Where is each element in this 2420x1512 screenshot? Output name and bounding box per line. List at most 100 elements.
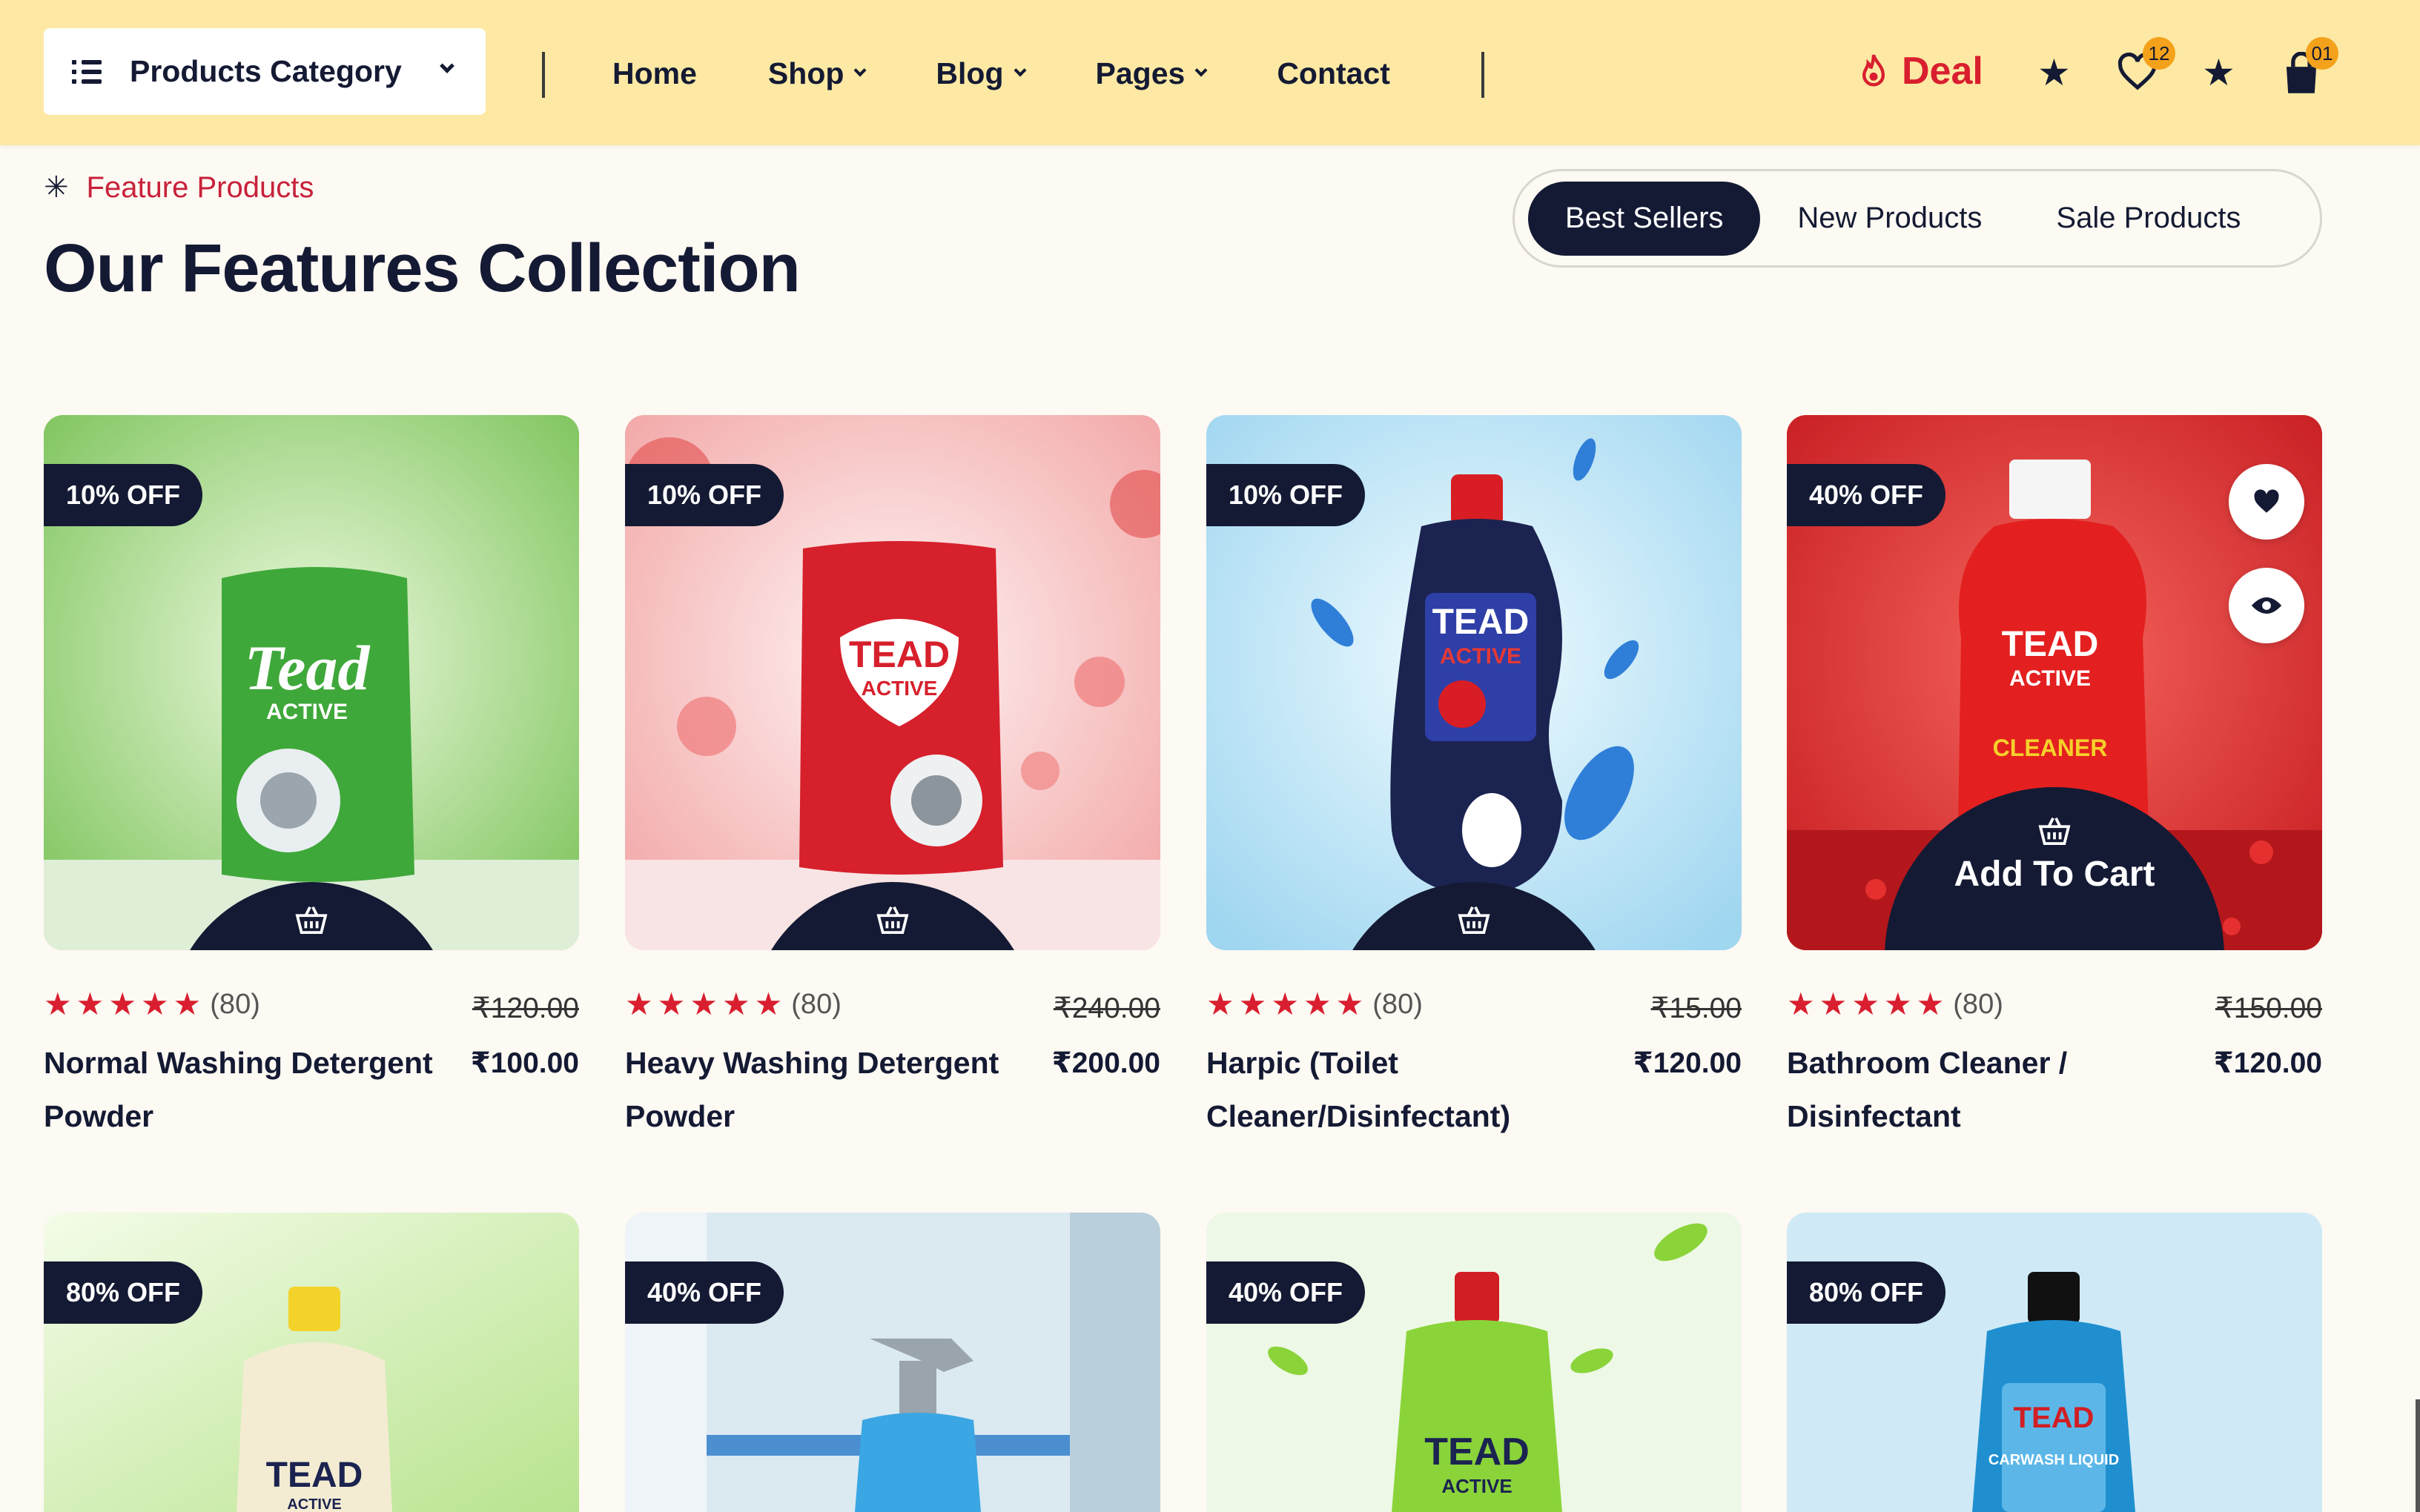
discount-badge: 80% OFF [1787, 1261, 1946, 1324]
product-card-image[interactable]: 40% OFF [625, 1213, 1160, 1512]
tab-sale-products[interactable]: Sale Products [2019, 182, 2278, 256]
basket-icon [1458, 906, 1490, 934]
old-price: ₹150.00 [2215, 992, 2322, 1024]
nav-home-label: Home [612, 56, 697, 90]
star-icon: ★ [1819, 987, 1848, 1021]
nav-blog-label: Blog [936, 56, 1004, 90]
star-icon: ★ [140, 987, 169, 1021]
deal-link[interactable]: Deal [1857, 49, 1983, 93]
brand-sub: ACTIVE [2009, 666, 2091, 691]
review-count: (80) [1372, 988, 1423, 1020]
products-category-label: Products Category [130, 54, 402, 88]
chevron-down-icon [1014, 64, 1026, 77]
sparkle-icon: ✳ [44, 171, 69, 204]
quick-view-button[interactable] [2229, 568, 2304, 643]
review-count: (80) [791, 988, 842, 1020]
price: ₹200.00 [1051, 1047, 1160, 1079]
brand-text: TEAD [849, 634, 950, 675]
star-rating: ★ ★ ★ ★ ★ (80) [44, 987, 260, 1021]
product-image: TEAD ACTIVE [44, 1213, 579, 1512]
nav-shop[interactable]: Shop [767, 56, 867, 91]
site-header: Products Category Home Shop Blog Pages C… [0, 0, 2420, 145]
brand-sub: CARWASH LIQUID [1988, 1452, 2119, 1468]
product-image: TEAD CARWASH LIQUID [1787, 1213, 2322, 1512]
discount-badge: 40% OFF [1787, 464, 1946, 526]
star-icon: ★ [108, 987, 136, 1021]
main-nav: Home Shop Blog Pages Contact [612, 52, 1461, 95]
star-icon: ★ [754, 987, 783, 1021]
star-icon[interactable]: ★ [2202, 52, 2235, 93]
star-icon: ★ [1271, 987, 1299, 1021]
products-category-dropdown[interactable]: Products Category [44, 28, 486, 115]
wishlist-count-badge: 12 [2143, 37, 2175, 70]
basket-icon [876, 906, 909, 934]
star-icon: ★ [625, 987, 653, 1021]
star-icon: ★ [690, 987, 718, 1021]
brand-text: Tead [245, 632, 371, 703]
discount-badge: 10% OFF [44, 464, 203, 526]
old-price: ₹120.00 [472, 992, 579, 1024]
deal-label: Deal [1902, 50, 1983, 93]
discount-badge: 80% OFF [44, 1261, 203, 1324]
nav-shop-label: Shop [767, 56, 844, 90]
star-rating: ★ ★ ★ ★ ★ (80) [625, 987, 842, 1021]
product-card-image[interactable]: TEAD ACTIVE 10% OFF [1206, 415, 1742, 950]
brand-sub: ACTIVE [862, 677, 938, 700]
basket-icon [295, 906, 328, 934]
star-icon: ★ [1238, 987, 1267, 1021]
basket-icon [2038, 817, 2071, 845]
star-icon[interactable]: ★ [2037, 52, 2071, 93]
star-icon: ★ [76, 987, 105, 1021]
list-icon [72, 59, 102, 84]
product-card-image[interactable]: TEAD ACTIVE 10% OFF [625, 415, 1160, 950]
product-name[interactable]: Heavy Washing Detergent Powder [625, 1036, 1040, 1143]
brand-text: TEAD [2014, 1402, 2095, 1434]
nav-contact[interactable]: Contact [1277, 56, 1390, 91]
product-card-image[interactable]: TEAD ACTIVE 80% OFF [44, 1213, 579, 1512]
wishlist-toggle[interactable] [2229, 464, 2304, 540]
chevron-down-icon [853, 64, 867, 77]
product-card-image[interactable]: Tead ACTIVE 10% OFF [44, 415, 579, 950]
star-rating: ★ ★ ★ ★ ★ (80) [1206, 987, 1423, 1021]
tab-new-products[interactable]: New Products [1760, 182, 2019, 256]
brand-line3: CLEANER [1993, 735, 2108, 761]
nav-pages[interactable]: Pages [1096, 56, 1208, 91]
heart-icon [2254, 489, 2279, 513]
brand-sub: ACTIVE [266, 700, 348, 724]
star-icon: ★ [1851, 987, 1880, 1021]
product-card-image[interactable]: TEAD ACTIVE 40% OFF [1206, 1213, 1742, 1512]
discount-badge: 10% OFF [1206, 464, 1366, 526]
eye-icon [2251, 597, 2282, 614]
section-eyebrow: ✳ Feature Products [44, 170, 314, 205]
product-name[interactable]: Harpic (Toilet Cleaner/Disinfectant) [1206, 1036, 1621, 1143]
brand-text: TEAD [1432, 603, 1530, 642]
chevron-down-icon [440, 59, 454, 73]
flame-icon [1862, 54, 1885, 87]
product-name[interactable]: Bathroom Cleaner / Disinfectant [1787, 1036, 2202, 1143]
tab-best-sellers[interactable]: Best Sellers [1528, 181, 1761, 256]
add-to-cart-label: Add To Cart [1954, 855, 2155, 894]
star-icon: ★ [1883, 987, 1912, 1021]
nav-home[interactable]: Home [612, 56, 697, 91]
star-icon: ★ [1303, 987, 1332, 1021]
star-icon: ★ [173, 987, 202, 1021]
nav-blog[interactable]: Blog [936, 56, 1026, 91]
star-icon: ★ [44, 987, 72, 1021]
old-price: ₹240.00 [1053, 992, 1160, 1024]
star-icon: ★ [1916, 987, 1945, 1021]
scrollbar-thumb[interactable] [2416, 1399, 2420, 1512]
nav-contact-label: Contact [1277, 56, 1390, 90]
star-icon: ★ [1787, 987, 1815, 1021]
cart-count-badge: 01 [2306, 37, 2338, 70]
section-title: Our Features Collection [44, 231, 801, 306]
brand-text: TEAD [2002, 625, 2099, 664]
star-icon: ★ [1335, 987, 1364, 1021]
brand-sub: ACTIVE [287, 1496, 341, 1512]
product-card-image[interactable]: TEAD CARWASH LIQUID 80% OFF [1787, 1213, 2322, 1512]
product-card-image[interactable]: TEAD ACTIVE CLEANER 40% OFF Add To Cart [1787, 415, 2322, 950]
product-image [625, 1213, 1160, 1512]
review-count: (80) [1953, 988, 2003, 1020]
product-name[interactable]: Normal Washing Detergent Powder [44, 1036, 459, 1143]
old-price: ₹15.00 [1650, 992, 1742, 1024]
star-icon: ★ [721, 987, 750, 1021]
